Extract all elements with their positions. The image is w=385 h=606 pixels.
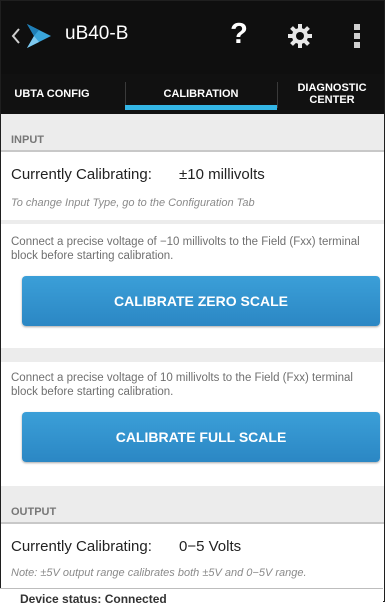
input-calibrating-value: ±10 millivolts (179, 166, 265, 183)
input-section-header: INPUT (1, 114, 384, 152)
zero-scale-instruction: Connect a precise voltage of −10 millivo… (11, 236, 360, 262)
action-bar: uB40-B ? (1, 1, 384, 74)
app-window: uB40-B ? UBTA CONFIG CALIBRATION DIAGNOS… (0, 0, 385, 602)
tab-diagnostic-center[interactable]: DIAGNOSTIC CENTER (277, 74, 384, 114)
input-header-label: INPUT (11, 134, 44, 146)
output-header-label: OUTPUT (11, 506, 57, 518)
input-calibrating-row: Currently Calibrating: ±10 millivolts To… (1, 152, 384, 220)
chevron-left-icon[interactable] (9, 21, 23, 51)
gear-icon[interactable] (287, 23, 313, 49)
zero-scale-card: Connect a precise voltage of −10 millivo… (1, 224, 384, 348)
full-scale-instruction: Connect a precise voltage of 10 millivol… (11, 372, 353, 398)
input-type-hint: To change Input Type, go to the Configur… (11, 197, 255, 209)
output-range-note: Note: ±5V output range calibrates both ±… (11, 567, 307, 579)
calibration-content[interactable]: INPUT Currently Calibrating: ±10 millivo… (1, 114, 384, 601)
tab-ubta-config[interactable]: UBTA CONFIG (1, 74, 113, 114)
calibrate-zero-scale-button[interactable]: CALIBRATE ZERO SCALE (22, 276, 380, 326)
full-scale-card: Connect a precise voltage of 10 millivol… (1, 362, 384, 486)
device-status-text: Device status: Connected (20, 592, 167, 606)
help-icon[interactable]: ? (226, 17, 252, 51)
output-section-header: OUTPUT (1, 486, 384, 524)
input-calibrating-label: Currently Calibrating: (11, 166, 152, 183)
app-logo-icon[interactable] (25, 21, 53, 51)
card-gap (1, 348, 384, 362)
output-calibrating-value: 0−5 Volts (179, 538, 242, 555)
output-calibrating-label: Currently Calibrating: (11, 538, 152, 555)
device-status-bar: Device status: Connected (0, 588, 383, 606)
app-title: uB40-B (65, 23, 129, 44)
calibrate-full-scale-button[interactable]: CALIBRATE FULL SCALE (22, 412, 380, 462)
selected-tab-indicator (125, 105, 277, 110)
overflow-menu-icon[interactable] (353, 23, 361, 49)
